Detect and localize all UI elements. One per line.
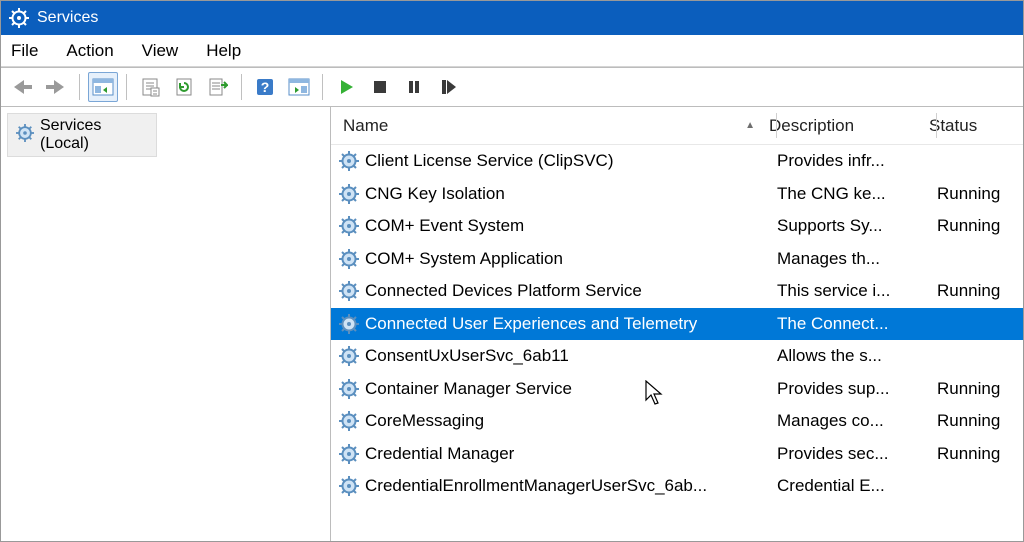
pause-service-button[interactable] [399, 72, 429, 102]
column-headers: Name ▲ Description Status [331, 107, 1023, 145]
gear-icon [339, 346, 359, 366]
properties-button[interactable] [135, 72, 165, 102]
column-header-description[interactable]: Description [769, 116, 929, 136]
gear-icon [339, 444, 359, 464]
show-hide-action-pane-button[interactable] [284, 72, 314, 102]
column-divider[interactable] [776, 113, 777, 138]
service-description: Provides infr... [777, 151, 937, 171]
toolbar: ? [1, 67, 1023, 107]
back-button[interactable] [7, 72, 37, 102]
menu-bar: File Action View Help [1, 35, 1023, 67]
services-list-pane: Name ▲ Description Status Client License… [331, 107, 1023, 541]
service-description: Manages th... [777, 249, 937, 269]
service-name: CNG Key Isolation [365, 184, 505, 204]
services-rows: Client License Service (ClipSVC) Provides… [331, 145, 1023, 541]
show-hide-tree-button[interactable] [88, 72, 118, 102]
menu-file[interactable]: File [11, 41, 38, 61]
service-name: CredentialEnrollmentManagerUserSvc_6ab..… [365, 476, 707, 496]
service-row[interactable]: COM+ Event System Supports Sy...Running [331, 210, 1023, 243]
gear-icon [339, 281, 359, 301]
forward-button[interactable] [41, 72, 71, 102]
toolbar-separator [322, 74, 323, 100]
window-title: Services [37, 9, 98, 27]
service-status: Running [937, 411, 1023, 431]
gear-icon [339, 151, 359, 171]
service-name: COM+ System Application [365, 249, 563, 269]
service-description: Provides sup... [777, 379, 937, 399]
service-row[interactable]: Client License Service (ClipSVC) Provides… [331, 145, 1023, 178]
svg-text:?: ? [261, 79, 270, 95]
menu-help[interactable]: Help [206, 41, 241, 61]
help-button[interactable]: ? [250, 72, 280, 102]
service-name: ConsentUxUserSvc_6ab11 [365, 346, 569, 366]
service-status: Running [937, 379, 1023, 399]
gear-icon [339, 476, 359, 496]
service-name: Container Manager Service [365, 379, 572, 399]
service-description: Provides sec... [777, 444, 937, 464]
start-service-button[interactable] [331, 72, 361, 102]
service-name: COM+ Event System [365, 216, 524, 236]
toolbar-separator [241, 74, 242, 100]
gear-icon [339, 216, 359, 236]
gear-icon [339, 249, 359, 269]
service-name: Connected User Experiences and Telemetry [365, 314, 697, 334]
title-bar[interactable]: Services [1, 1, 1023, 35]
column-divider[interactable] [936, 113, 937, 138]
service-row[interactable]: Connected Devices Platform Service This s… [331, 275, 1023, 308]
service-row[interactable]: Container Manager Service Provides sup...… [331, 373, 1023, 406]
gear-icon [339, 314, 359, 334]
service-name: Client License Service (ClipSVC) [365, 151, 613, 171]
tree-node-label: Services (Local) [40, 117, 148, 153]
service-row[interactable]: CoreMessaging Manages co...Running [331, 405, 1023, 438]
gear-icon [16, 124, 34, 147]
service-name: CoreMessaging [365, 411, 484, 431]
service-description: This service i... [777, 281, 937, 301]
refresh-button[interactable] [169, 72, 199, 102]
service-row[interactable]: CNG Key Isolation The CNG ke...Running [331, 178, 1023, 211]
service-description: The Connect... [777, 314, 937, 334]
gear-icon [339, 411, 359, 431]
service-status: Running [937, 184, 1023, 204]
gear-icon [339, 184, 359, 204]
stop-service-button[interactable] [365, 72, 395, 102]
service-row[interactable]: CredentialEnrollmentManagerUserSvc_6ab..… [331, 470, 1023, 503]
column-header-status[interactable]: Status [929, 116, 1023, 136]
export-list-button[interactable] [203, 72, 233, 102]
service-row[interactable]: Credential Manager Provides sec...Running [331, 438, 1023, 471]
menu-action[interactable]: Action [66, 41, 113, 61]
service-name: Credential Manager [365, 444, 514, 464]
service-status: Running [937, 444, 1023, 464]
toolbar-separator [126, 74, 127, 100]
gear-icon [339, 379, 359, 399]
console-tree-pane: Services (Local) [1, 107, 331, 541]
service-description: The CNG ke... [777, 184, 937, 204]
tree-node-services-local[interactable]: Services (Local) [7, 113, 157, 157]
toolbar-separator [79, 74, 80, 100]
service-description: Manages co... [777, 411, 937, 431]
service-description: Supports Sy... [777, 216, 937, 236]
menu-view[interactable]: View [142, 41, 179, 61]
service-row[interactable]: Connected User Experiences and Telemetry… [331, 308, 1023, 341]
sort-ascending-icon: ▲ [745, 120, 755, 131]
restart-service-button[interactable] [433, 72, 463, 102]
service-status: Running [937, 281, 1023, 301]
gear-icon [9, 8, 29, 28]
service-row[interactable]: COM+ System Application Manages th... [331, 243, 1023, 276]
service-description: Allows the s... [777, 346, 937, 366]
service-description: Credential E... [777, 476, 937, 496]
column-header-name[interactable]: Name ▲ [331, 116, 769, 136]
service-name: Connected Devices Platform Service [365, 281, 642, 301]
service-status: Running [937, 216, 1023, 236]
service-row[interactable]: ConsentUxUserSvc_6ab11 Allows the s... [331, 340, 1023, 373]
